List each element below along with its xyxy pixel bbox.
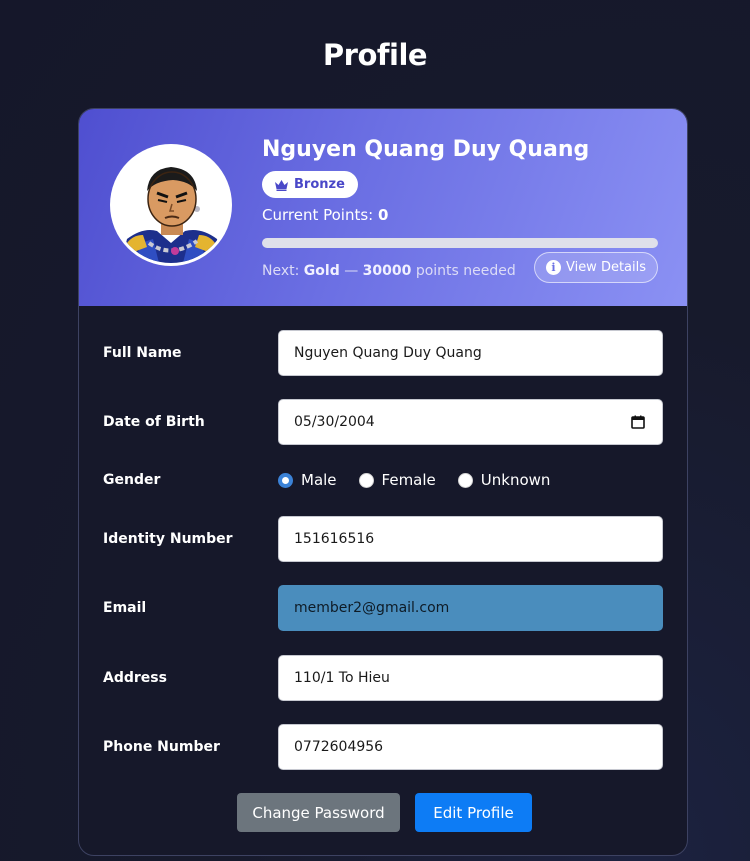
email-label: Email: [103, 600, 147, 616]
gender-option-male[interactable]: Male: [278, 471, 337, 489]
gender-option-unknown[interactable]: Unknown: [457, 471, 551, 489]
email-row: Email: [79, 584, 687, 632]
crown-icon: [275, 179, 288, 191]
gender-radio-group: Male Female Unknown: [278, 456, 550, 504]
next-tier-info: Next: Gold — 30000 points needed: [262, 263, 516, 279]
points-progress-bar: [262, 238, 658, 248]
identity-label: Identity Number: [103, 531, 233, 547]
points-value: 0: [378, 206, 389, 224]
edit-profile-button[interactable]: Edit Profile: [415, 793, 532, 832]
next-separator: —: [344, 263, 359, 279]
gender-option-unknown-label: Unknown: [480, 471, 551, 489]
profile-card: Nguyen Quang Duy Quang Bronze Current Po…: [78, 108, 688, 856]
page-title: Profile: [322, 38, 428, 72]
gender-option-female-label: Female: [381, 471, 436, 489]
dob-row: Date of Birth: [79, 398, 687, 446]
address-row: Address: [79, 654, 687, 702]
change-password-button[interactable]: Change Password: [237, 793, 400, 832]
gender-row: Gender Male Female Unknown: [79, 456, 687, 504]
avatar-frame: [110, 144, 232, 266]
dob-wrapper: [278, 399, 663, 445]
next-suffix: points needed: [415, 263, 516, 279]
view-details-button[interactable]: i View Details: [534, 252, 658, 283]
full-name-row: Full Name: [79, 329, 687, 377]
next-points: 30000: [362, 263, 412, 279]
view-details-label: View Details: [565, 260, 647, 275]
identity-field[interactable]: [278, 516, 663, 562]
avatar: [113, 147, 229, 263]
phone-row: Phone Number: [79, 723, 687, 771]
full-name-label: Full Name: [103, 345, 182, 361]
gender-option-female[interactable]: Female: [358, 471, 436, 489]
gender-radio-unknown[interactable]: [457, 472, 473, 488]
address-label: Address: [103, 670, 167, 686]
info-icon: i: [545, 260, 561, 275]
address-field[interactable]: [278, 655, 663, 701]
profile-header: Nguyen Quang Duy Quang Bronze Current Po…: [79, 109, 687, 306]
dob-label: Date of Birth: [103, 414, 205, 430]
gender-option-male-label: Male: [301, 471, 337, 489]
phone-field[interactable]: [278, 724, 663, 770]
gender-label: Gender: [103, 472, 161, 488]
tier-label: Bronze: [294, 177, 345, 192]
calendar-icon[interactable]: [631, 415, 645, 429]
gender-radio-female[interactable]: [358, 472, 374, 488]
dob-field[interactable]: [278, 399, 663, 445]
user-name: Nguyen Quang Duy Quang: [262, 137, 590, 162]
next-prefix: Next:: [262, 263, 300, 279]
phone-label: Phone Number: [103, 739, 220, 755]
current-points: Current Points: 0: [262, 206, 388, 224]
next-tier: Gold: [303, 263, 340, 279]
tier-badge: Bronze: [262, 171, 358, 198]
gender-radio-male[interactable]: [278, 472, 293, 488]
points-label: Current Points:: [262, 206, 374, 224]
full-name-field[interactable]: [278, 330, 663, 376]
identity-row: Identity Number: [79, 515, 687, 563]
email-field[interactable]: [278, 585, 663, 631]
